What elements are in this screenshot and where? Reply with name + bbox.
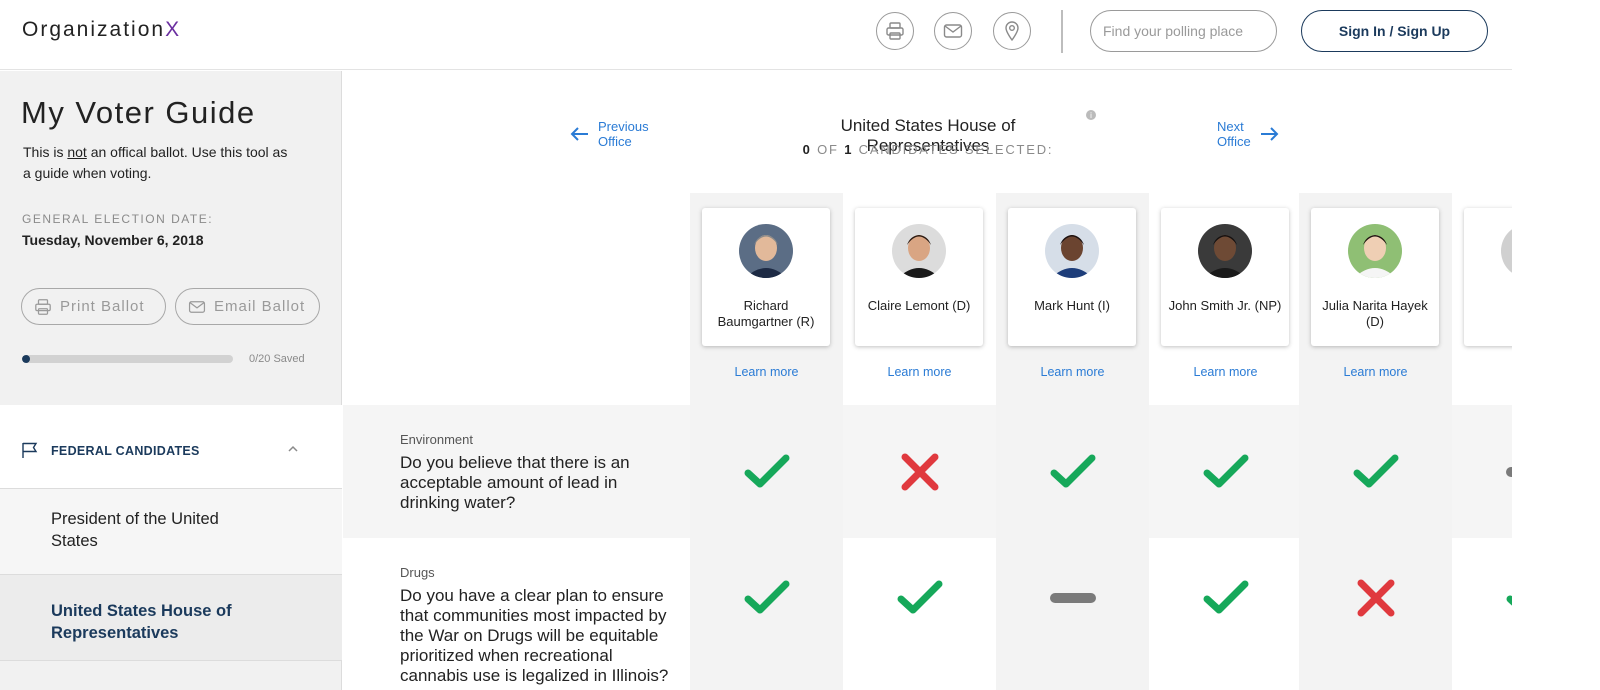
candidate-card[interactable]: John Smith Jr. (NP) bbox=[1161, 208, 1289, 346]
issue-category: Drugs bbox=[400, 565, 435, 580]
issue-question: Do you believe that there is an acceptab… bbox=[400, 453, 630, 512]
printer-icon bbox=[35, 298, 51, 315]
candidate-avatar bbox=[739, 224, 793, 278]
sidebar: My Voter Guide This is not an offical ba… bbox=[0, 71, 342, 690]
polling-place-input[interactable] bbox=[1090, 10, 1277, 52]
candidate-name: Richard Baumgartner (R) bbox=[717, 298, 815, 329]
next-label-2: Office bbox=[1217, 134, 1251, 149]
answer-yes-icon bbox=[1149, 538, 1302, 658]
page-title: My Voter Guide bbox=[21, 95, 256, 130]
learn-more-link[interactable]: Learn more bbox=[996, 365, 1149, 379]
logo[interactable]: OrganizationX bbox=[22, 18, 181, 42]
learn-more-link[interactable]: Learn more bbox=[1299, 365, 1452, 379]
print-ballot-label: Print Ballot bbox=[60, 298, 145, 315]
print-ballot-button[interactable]: Print Ballot bbox=[21, 288, 166, 325]
total-count: 1 bbox=[844, 142, 854, 157]
previous-label-2: Office bbox=[598, 134, 632, 149]
disclaimer-pre: This is bbox=[23, 144, 68, 160]
learn-more-link[interactable]: Learn more bbox=[1149, 365, 1302, 379]
of-text: OF bbox=[817, 142, 839, 157]
candidate-column: Mark Hunt (I) Learn more bbox=[996, 193, 1149, 690]
location-button[interactable] bbox=[993, 12, 1031, 50]
candidate-avatar bbox=[1348, 224, 1402, 278]
section-label: FEDERAL CANDIDATES bbox=[51, 444, 200, 458]
location-pin-icon bbox=[1005, 21, 1019, 42]
election-date-value: Tuesday, November 6, 2018 bbox=[22, 232, 204, 248]
candidate-column: John Smith Jr. (NP) Learn more bbox=[1149, 193, 1302, 690]
federal-candidates-section[interactable]: FEDERAL CANDIDATES bbox=[0, 405, 342, 489]
previous-label-1: Previous bbox=[598, 119, 649, 134]
sidebar-item-label: President of the United States bbox=[51, 510, 219, 550]
sidebar-item-house[interactable]: United States House of Representatives bbox=[0, 575, 342, 661]
candidate-column: Claire Lemont (D) Learn more bbox=[843, 193, 996, 690]
candidate-avatar bbox=[892, 224, 946, 278]
main-content: Previous Office United States House of Re… bbox=[343, 71, 1512, 690]
save-progress-fill bbox=[22, 355, 31, 363]
answer-yes-icon bbox=[996, 405, 1149, 538]
next-office-link[interactable]: Next Office bbox=[1217, 119, 1279, 149]
candidate-avatar bbox=[1045, 224, 1099, 278]
answer-yes-icon bbox=[690, 405, 843, 538]
issue-question: Do you have a clear plan to ensure that … bbox=[400, 586, 669, 685]
selected-text: CANDIDATES SELECTED: bbox=[858, 142, 1054, 157]
answer-neutral-icon bbox=[1452, 405, 1512, 538]
answer-yes-icon bbox=[1149, 405, 1302, 538]
email-ballot-label: Email Ballot bbox=[214, 298, 306, 315]
candidate-card[interactable]: Claire Lemont (D) bbox=[855, 208, 983, 346]
candidate-name: John bbox=[1468, 298, 1512, 314]
flag-icon bbox=[22, 442, 38, 458]
header-divider bbox=[1061, 10, 1063, 53]
email-ballot-button[interactable]: Email Ballot bbox=[175, 288, 320, 325]
answer-neutral-icon bbox=[996, 538, 1149, 658]
arrow-right-icon bbox=[1260, 127, 1279, 141]
candidate-column: John Learn bbox=[1452, 193, 1512, 690]
top-header: OrganizationX Sign In / Sign Up bbox=[0, 0, 1512, 70]
answer-yes-icon bbox=[690, 538, 843, 658]
candidate-name: Mark Hunt (I) bbox=[1034, 298, 1110, 313]
candidate-card[interactable]: John bbox=[1464, 208, 1512, 346]
next-label-1: Next bbox=[1217, 119, 1244, 134]
printer-icon bbox=[886, 22, 904, 40]
envelope-icon bbox=[943, 24, 963, 38]
envelope-icon bbox=[188, 300, 206, 313]
answer-yes-icon bbox=[1299, 405, 1452, 538]
disclaimer-text: This is not an offical ballot. Use this … bbox=[23, 142, 293, 184]
sidebar-item-president[interactable]: President of the United States bbox=[0, 489, 342, 575]
candidate-card[interactable]: Richard Baumgartner (R) bbox=[702, 208, 830, 346]
learn-more-link[interactable]: Learn more bbox=[843, 365, 996, 379]
candidate-card[interactable]: Mark Hunt (I) bbox=[1008, 208, 1136, 346]
candidate-card[interactable]: Julia Narita Hayek (D) bbox=[1311, 208, 1439, 346]
candidate-name: John Smith Jr. (NP) bbox=[1168, 298, 1282, 313]
candidates-selected-status: 0 OF 1 CANDIDATES SELECTED: bbox=[778, 142, 1078, 157]
candidate-column: Julia Narita Hayek (D) Learn more bbox=[1299, 193, 1452, 690]
answer-no-icon bbox=[1299, 538, 1452, 658]
disclaimer-emphasis: not bbox=[67, 144, 87, 160]
learn-more-link[interactable]: Learn more bbox=[690, 365, 843, 379]
chevron-up-icon[interactable] bbox=[287, 445, 299, 453]
email-button[interactable] bbox=[934, 12, 972, 50]
save-progress-bar bbox=[22, 355, 233, 363]
candidate-avatar bbox=[1501, 224, 1512, 278]
election-date-label: GENERAL ELECTION DATE: bbox=[22, 212, 214, 226]
info-icon[interactable]: i bbox=[1086, 110, 1096, 120]
candidate-name: Claire Lemont (D) bbox=[867, 298, 971, 313]
sign-in-button[interactable]: Sign In / Sign Up bbox=[1301, 10, 1488, 52]
previous-office-link[interactable]: Previous Office bbox=[570, 119, 649, 149]
learn-more-link[interactable]: Learn bbox=[1452, 365, 1512, 379]
sidebar-item-label: United States House of Representatives bbox=[51, 602, 232, 642]
candidate-name: Julia Narita Hayek (D) bbox=[1322, 298, 1428, 329]
print-button[interactable] bbox=[876, 12, 914, 50]
issue-category: Environment bbox=[400, 432, 473, 447]
answer-yes-icon bbox=[843, 538, 996, 658]
arrow-left-icon bbox=[570, 127, 588, 141]
candidate-avatar bbox=[1198, 224, 1252, 278]
answer-no-icon bbox=[843, 405, 996, 538]
answer-yes-icon bbox=[1452, 538, 1512, 658]
candidate-column: Richard Baumgartner (R) Learn more bbox=[690, 193, 843, 690]
logo-text: Organization bbox=[22, 18, 166, 41]
logo-accent: X bbox=[165, 18, 182, 41]
selected-count: 0 bbox=[802, 142, 812, 157]
save-progress-text: 0/20 Saved bbox=[249, 353, 305, 365]
